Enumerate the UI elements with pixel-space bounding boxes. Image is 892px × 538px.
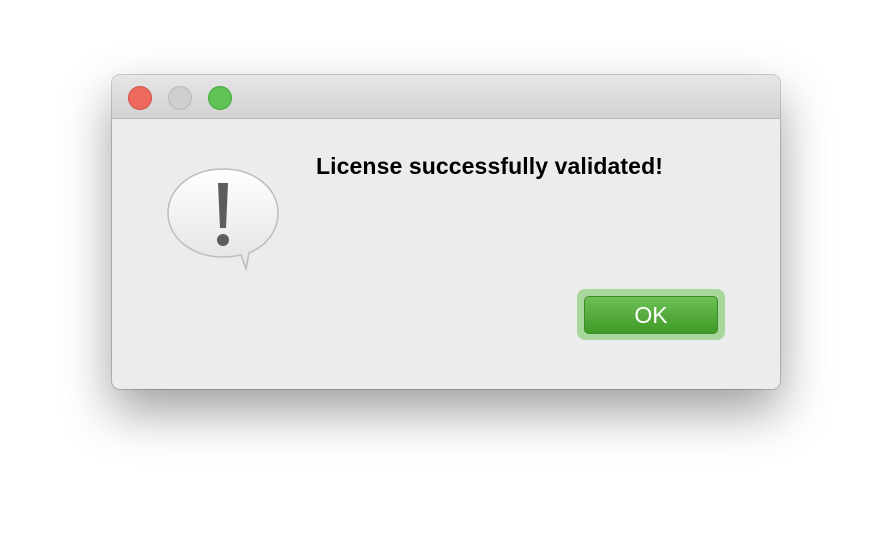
alert-dialog-window: License successfully validated! OK: [112, 75, 780, 389]
exclamation-speech-bubble-icon: [167, 168, 279, 272]
close-window-button[interactable]: [128, 86, 152, 110]
dialog-content: License successfully validated! OK: [112, 119, 780, 389]
zoom-window-button[interactable]: [208, 86, 232, 110]
title-bar[interactable]: [112, 75, 780, 119]
dialog-message: License successfully validated!: [316, 153, 663, 179]
ok-button[interactable]: OK: [584, 296, 718, 334]
minimize-window-button[interactable]: [168, 86, 192, 110]
